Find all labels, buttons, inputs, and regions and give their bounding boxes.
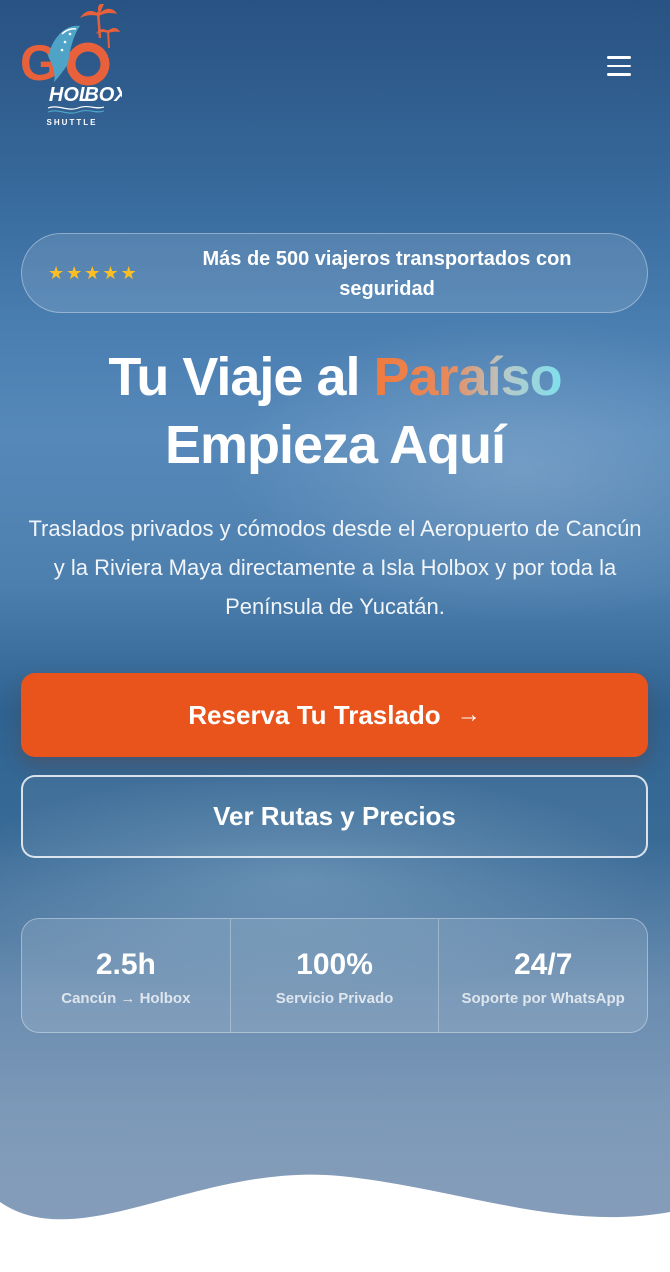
view-routes-button[interactable]: Ver Rutas y Precios [21,775,648,858]
arrow-right-icon: → [456,701,481,728]
star-icon: ★ [120,263,137,283]
star-icon: ★ [102,263,119,283]
stat-label: Servicio Privado [275,990,394,1007]
page-title: Tu Viaje al Paraíso Empieza Aquí [0,343,670,479]
rating-stars: ★ ★ ★ ★ ★ [48,264,137,282]
stat-travel-time: 2.5h Cancún → Holbox [22,919,230,1032]
hero-background [0,0,670,1272]
headline-part1: Tu Viaje al [108,347,374,407]
stat-value: 24/7 [513,948,573,981]
star-icon: ★ [48,263,65,283]
trust-badge-text: Más de 500 viajeros transportados con se… [202,248,572,300]
book-transfer-button[interactable]: Reserva Tu Traslado → [21,673,648,757]
stats-panel: 2.5h Cancún → Holbox 100% Servicio Priva… [21,918,648,1033]
wave-divider [0,1174,670,1272]
hero-subtitle: Traslados privados y cómodos desde el Ae… [28,516,642,619]
stat-value: 2.5h [95,948,156,981]
svg-text:SHUTTLE: SHUTTLE [47,118,98,127]
stat-label: Cancún → Holbox [61,990,191,1007]
star-icon: ★ [84,263,101,283]
hamburger-menu-icon [607,56,631,59]
logo-emblem-icon: G HOL BOX SHUTTLE [20,3,129,127]
star-icon: ★ [66,263,83,283]
brand-logo[interactable]: G HOL BOX SHUTTLE [18,3,129,128]
palm-tree-icon [80,3,120,49]
menu-button[interactable] [596,48,642,84]
stat-private-service: 100% Servicio Privado [229,919,439,1032]
trust-badge: ★ ★ ★ ★ ★ Más de 500 viajeros transporta… [21,233,648,313]
stat-support: 24/7 Soporte por WhatsApp [438,919,647,1032]
view-routes-label: Ver Rutas y Precios [213,801,456,831]
book-transfer-label: Reserva Tu Traslado [188,699,441,730]
svg-text:BOX: BOX [84,84,122,106]
headline-accent: Paraíso [373,347,563,407]
stat-label: Soporte por WhatsApp [461,990,625,1007]
headline-line2: Empieza Aquí [164,415,506,475]
stat-value: 100% [296,948,373,981]
